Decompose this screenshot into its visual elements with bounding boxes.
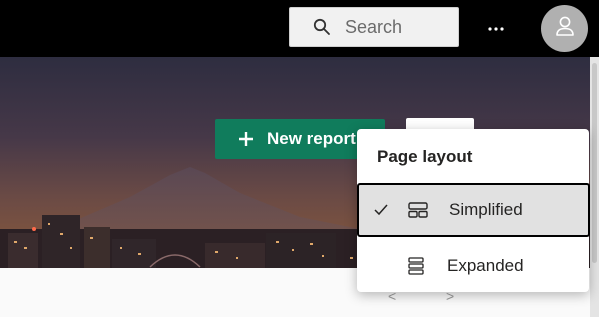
scrollbar-thumb[interactable]: [592, 63, 597, 263]
page-layout-menu: Page layout Simplified Expanded: [357, 129, 590, 293]
menu-item-simplified[interactable]: Simplified: [357, 183, 590, 237]
page-scrollbar[interactable]: [590, 57, 599, 317]
search-placeholder: Search: [345, 16, 403, 37]
menu-item-label: Simplified: [449, 200, 523, 219]
user-icon: [554, 14, 576, 43]
more-options-button[interactable]: [483, 14, 509, 40]
search-icon: [312, 17, 332, 37]
plus-icon: [237, 130, 255, 148]
checkmark-icon: [371, 200, 391, 220]
top-bar: Search: [0, 0, 599, 57]
menu-title: Page layout: [377, 147, 473, 166]
menu-item-label: Expanded: [447, 256, 524, 275]
new-report-label: New report: [267, 129, 356, 148]
account-avatar-button[interactable]: [541, 5, 588, 52]
menu-item-expanded[interactable]: Expanded: [357, 239, 589, 293]
more-horizontal-icon: [488, 18, 504, 36]
expanded-layout-icon: [405, 255, 427, 277]
search-box[interactable]: Search: [289, 7, 459, 47]
simplified-layout-icon: [407, 199, 429, 221]
